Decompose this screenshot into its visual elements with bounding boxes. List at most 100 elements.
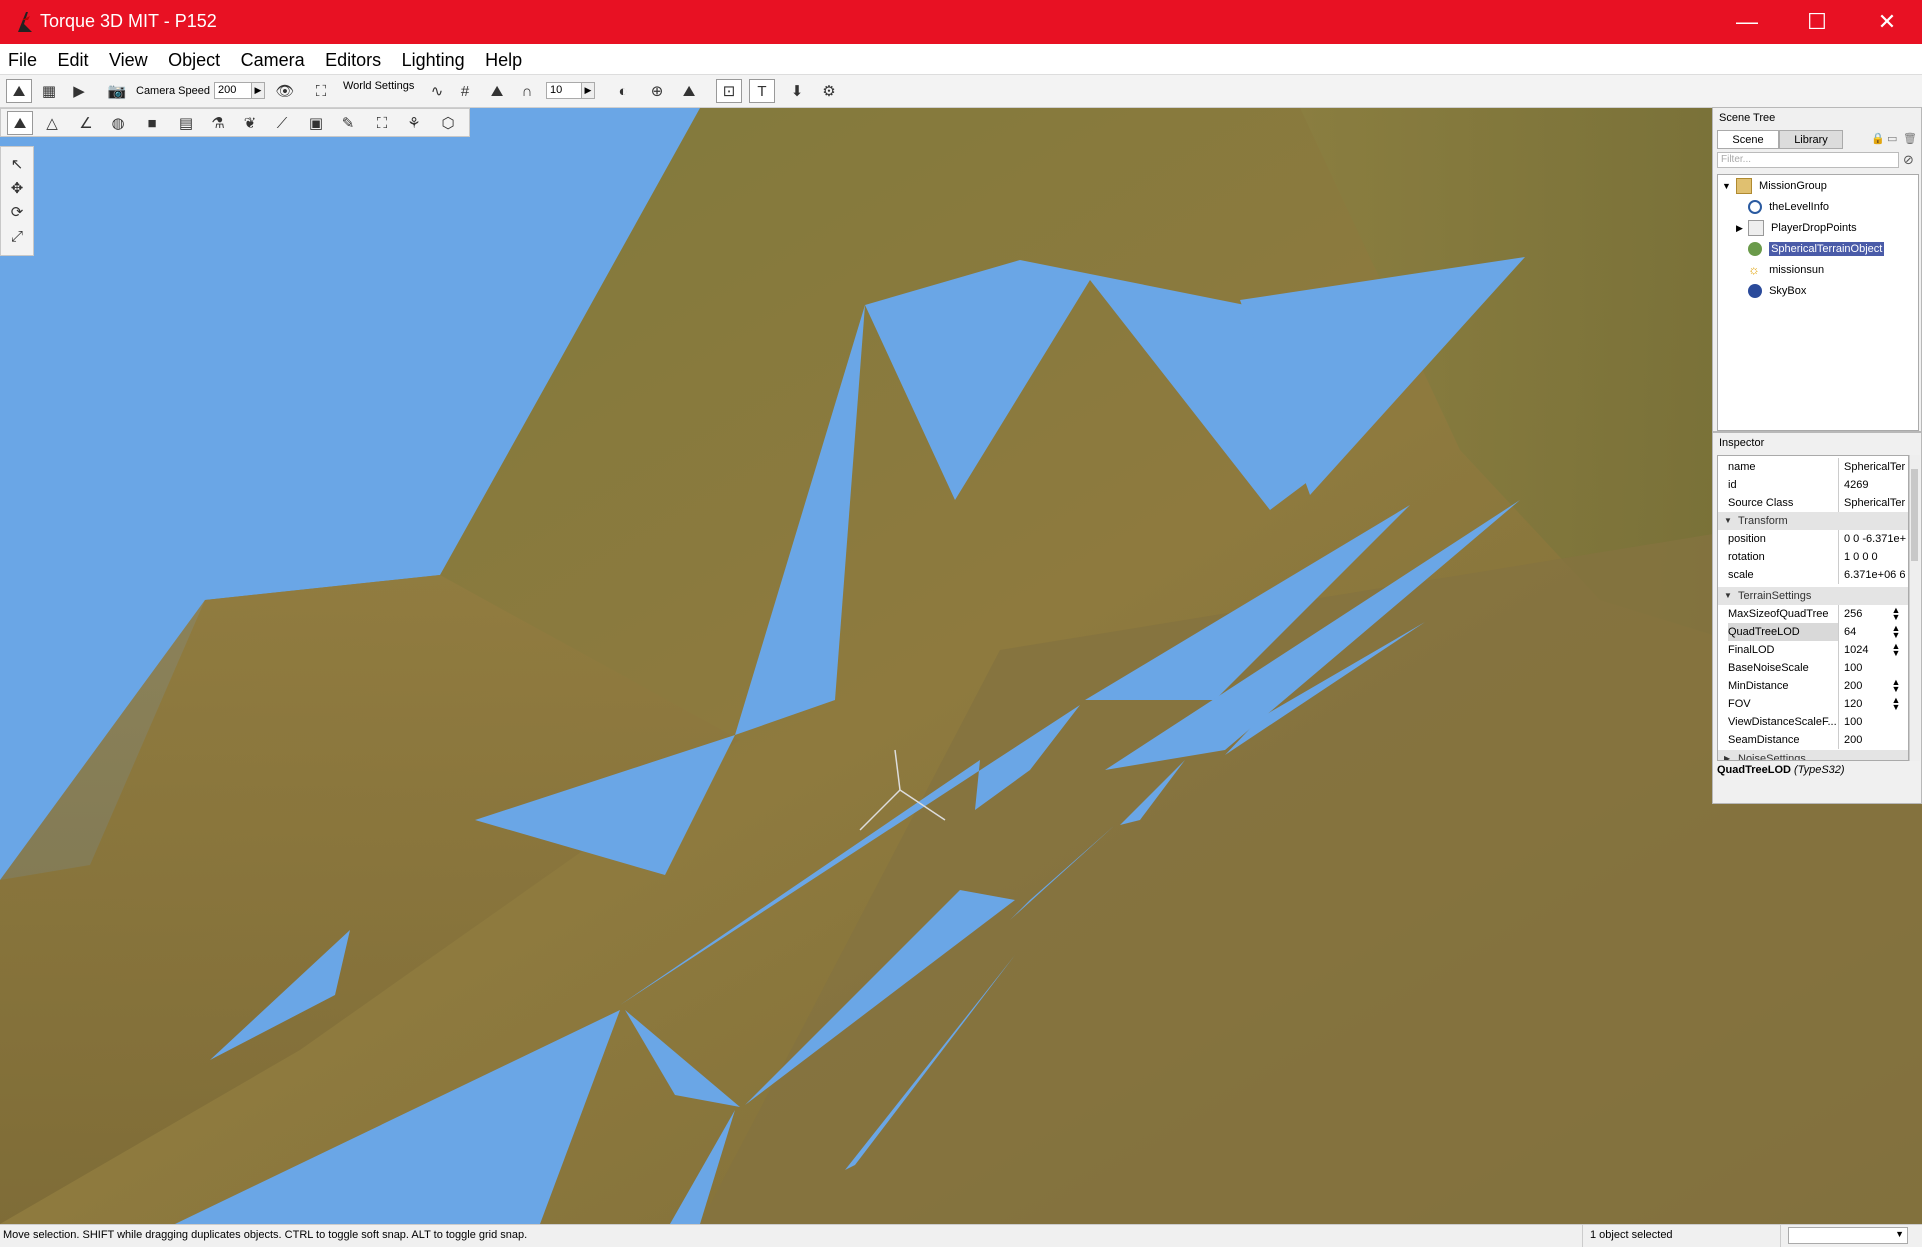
status-dropdown[interactable]: ▼ bbox=[1788, 1227, 1908, 1244]
field-maxsizeofquadtree[interactable]: MaxSizeofQuadTree 256 ▲ ▼ bbox=[1718, 605, 1908, 623]
spinner-icon[interactable]: ▲ ▼ bbox=[1890, 696, 1902, 712]
transform-center-icon[interactable]: ⊕ bbox=[644, 79, 670, 103]
lock-icon[interactable]: 🔒 bbox=[1871, 132, 1885, 145]
new-folder-icon[interactable]: ▭ bbox=[1887, 132, 1897, 145]
grid-snap-icon[interactable]: # bbox=[452, 79, 478, 103]
gui-editor-icon[interactable]: ▦ bbox=[36, 79, 62, 103]
field-rotation[interactable]: rotation 1 0 0 0 bbox=[1718, 548, 1908, 566]
menu-camera[interactable]: Camera bbox=[233, 44, 313, 74]
tree-item-skybox[interactable]: SkyBox bbox=[1748, 282, 1806, 300]
field-fov[interactable]: FOV 120 ▲ ▼ bbox=[1718, 695, 1908, 713]
decal-editor-icon[interactable]: ⛶ bbox=[369, 111, 395, 135]
field-basenoisescale[interactable]: BaseNoiseScale 100 bbox=[1718, 659, 1908, 677]
delete-icon[interactable]: 🗑 bbox=[1903, 132, 1917, 145]
group-terrainsettings[interactable]: ▼ TerrainSettings bbox=[1718, 587, 1908, 605]
visibility-eye-icon[interactable]: 👁 bbox=[272, 79, 298, 103]
field-mindistance[interactable]: MinDistance 200 ▲ ▼ bbox=[1718, 677, 1908, 695]
editor-palette: ⛰ △ ∠ ◍ ■ ▤ ⚗ ❦ ⟋ ▣ ✎ ⛶ ⚘ ⬡ bbox=[0, 108, 470, 137]
tree-item-missiongroup[interactable]: ▼ MissionGroup bbox=[1722, 177, 1827, 195]
tab-library[interactable]: Library bbox=[1779, 130, 1843, 149]
sketch-tool-icon[interactable]: ▤ bbox=[173, 111, 199, 135]
maximize-button[interactable]: ☐ bbox=[1782, 0, 1852, 44]
fit-view-icon[interactable]: ⛶ bbox=[308, 79, 334, 103]
field-viewdistancescale[interactable]: ViewDistanceScaleF... 100 bbox=[1718, 713, 1908, 731]
terrain-editor-icon[interactable]: △ bbox=[39, 111, 65, 135]
field-id[interactable]: id 4269 bbox=[1718, 476, 1908, 494]
menu-view[interactable]: View bbox=[101, 44, 156, 74]
camera-speed-input[interactable]: 200 bbox=[214, 82, 252, 99]
drop-object-icon[interactable]: ⬇ bbox=[784, 79, 810, 103]
tree-item-levelinfo[interactable]: theLevelInfo bbox=[1748, 198, 1829, 216]
selection-count: 1 object selected bbox=[1590, 1229, 1673, 1241]
menu-file[interactable]: File bbox=[0, 44, 45, 74]
clear-filter-icon[interactable]: ⊘ bbox=[1903, 152, 1914, 168]
world-editor-tool-icon[interactable]: ⛰ bbox=[7, 111, 33, 135]
forest-editor-icon[interactable]: ❦ bbox=[237, 111, 263, 135]
terrain-brush-icon[interactable]: ⛰ bbox=[676, 79, 702, 103]
selection-box-icon[interactable]: ⊡ bbox=[716, 79, 742, 103]
camera-speed-arrow-icon[interactable]: ▶ bbox=[251, 82, 265, 99]
folder-icon bbox=[1747, 220, 1764, 237]
terrain-painter-icon[interactable]: ∠ bbox=[73, 111, 99, 135]
menu-lighting[interactable]: Lighting bbox=[394, 44, 473, 74]
shape-editor-icon[interactable]: ■ bbox=[139, 111, 165, 135]
spinner-icon[interactable]: ▲ ▼ bbox=[1890, 642, 1902, 658]
close-button[interactable]: ✕ bbox=[1852, 0, 1922, 44]
field-position[interactable]: position 0 0 -6.371e+ bbox=[1718, 530, 1908, 548]
terrain-snap-icon[interactable]: ⛰ bbox=[484, 79, 510, 103]
world-editor-icon[interactable]: ⛰ bbox=[6, 79, 32, 103]
grid-size-arrow-icon[interactable]: ▶ bbox=[581, 82, 595, 99]
play-game-icon[interactable]: ▶ bbox=[66, 79, 92, 103]
field-seamdistance[interactable]: SeamDistance 200 bbox=[1718, 731, 1908, 749]
tab-scene[interactable]: Scene bbox=[1717, 130, 1779, 149]
select-arrow-icon[interactable]: ↖ bbox=[4, 153, 30, 175]
chevron-right-icon[interactable]: ▶ bbox=[1736, 223, 1743, 233]
spinner-icon[interactable]: ▲ ▼ bbox=[1890, 606, 1902, 622]
field-scale[interactable]: scale 6.371e+06 6. bbox=[1718, 566, 1908, 584]
navmesh-editor-icon[interactable]: ⬡ bbox=[435, 111, 461, 135]
menu-edit[interactable]: Edit bbox=[49, 44, 96, 74]
group-noisesettings[interactable]: ▶ NoiseSettings bbox=[1718, 750, 1908, 760]
material-editor-icon[interactable]: ◍ bbox=[105, 111, 131, 135]
field-finallod[interactable]: FinalLOD 1024 ▲ ▼ bbox=[1718, 641, 1908, 659]
river-editor-icon[interactable]: ✎ bbox=[335, 111, 361, 135]
datablock-editor-icon[interactable]: ⚗ bbox=[205, 111, 231, 135]
chevron-down-icon[interactable]: ▼ bbox=[1722, 181, 1731, 191]
scene-filter-input[interactable]: Filter... bbox=[1717, 152, 1899, 168]
menu-editors[interactable]: Editors bbox=[317, 44, 389, 74]
rotate-tool-icon[interactable]: ⟳ bbox=[4, 201, 30, 223]
tree-item-playerdroppoints[interactable]: ▶ PlayerDropPoints bbox=[1736, 219, 1857, 237]
magnet-snap-icon[interactable]: ∩ bbox=[514, 79, 540, 103]
text-labels-icon[interactable]: T bbox=[749, 79, 775, 103]
spinner-icon[interactable]: ▲ ▼ bbox=[1890, 678, 1902, 694]
chevron-down-icon[interactable]: ▼ bbox=[1895, 1229, 1904, 1239]
group-transform[interactable]: ▼ Transform bbox=[1718, 512, 1908, 530]
chevron-right-icon[interactable]: ▶ bbox=[1724, 750, 1730, 760]
grid-size-input[interactable]: 10 bbox=[546, 82, 582, 99]
scene-viewport[interactable] bbox=[0, 108, 1922, 1224]
minimize-button[interactable]: — bbox=[1712, 0, 1782, 44]
inspector-scrollbar[interactable] bbox=[1909, 455, 1920, 761]
inspector-header: Inspector bbox=[1719, 437, 1765, 449]
particle-editor-icon[interactable]: ⚘ bbox=[401, 111, 427, 135]
drop-settings-icon[interactable]: ⚙ bbox=[816, 79, 842, 103]
field-quadtreelod[interactable]: QuadTreeLOD 64 ▲ ▼ bbox=[1718, 623, 1908, 641]
chevron-down-icon[interactable]: ▼ bbox=[1724, 512, 1732, 530]
menu-object[interactable]: Object bbox=[160, 44, 228, 74]
inspector-help: QuadTreeLOD (TypeS32) bbox=[1717, 764, 1845, 776]
menu-help[interactable]: Help bbox=[477, 44, 530, 74]
scale-tool-icon[interactable]: ⤢ bbox=[4, 225, 30, 247]
field-source-class[interactable]: Source Class SphericalTer bbox=[1718, 494, 1908, 512]
field-name[interactable]: name SphericalTer bbox=[1718, 458, 1908, 476]
tree-item-sphericalterrain[interactable]: SphericalTerrainObject bbox=[1748, 240, 1885, 258]
camera-icon[interactable]: 📷 bbox=[104, 79, 130, 103]
mesh-road-editor-icon[interactable]: ▣ bbox=[303, 111, 329, 135]
road-editor-icon[interactable]: ⟋ bbox=[269, 111, 295, 135]
tree-item-missionsun[interactable]: ☼ missionsun bbox=[1748, 261, 1824, 279]
move-tool-icon[interactable]: ✥ bbox=[4, 177, 30, 199]
scrollbar-thumb[interactable] bbox=[1911, 469, 1918, 561]
spinner-icon[interactable]: ▲ ▼ bbox=[1890, 624, 1902, 640]
snap-curve-icon[interactable]: ∿ bbox=[424, 79, 450, 103]
object-snap-icon[interactable]: ◐ bbox=[610, 79, 636, 103]
chevron-down-icon[interactable]: ▼ bbox=[1724, 587, 1732, 605]
